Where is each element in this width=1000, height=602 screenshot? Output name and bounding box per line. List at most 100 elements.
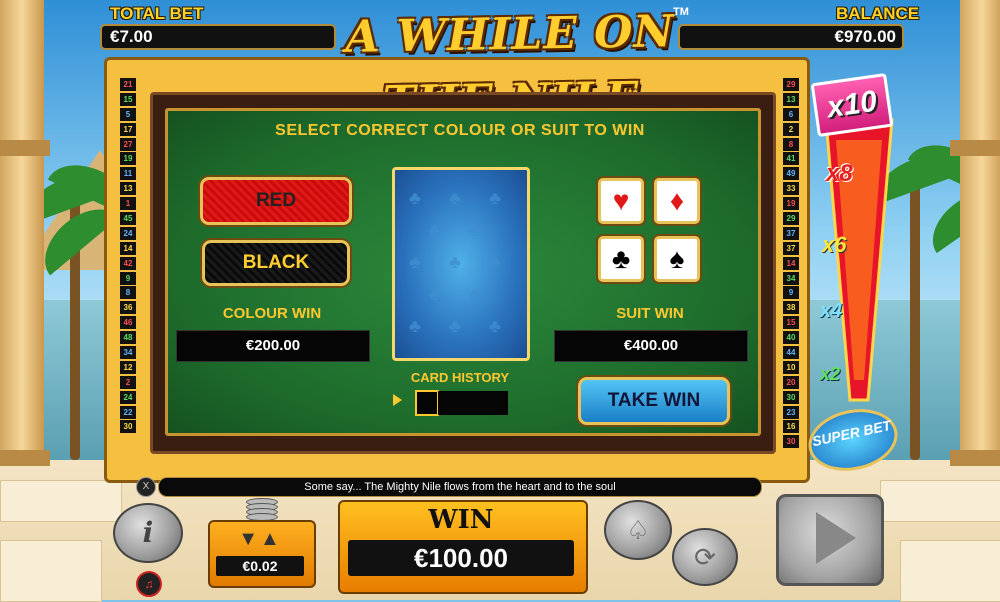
win-value: €100.00 [348,540,574,576]
payline-marker: 1 [120,197,136,211]
playing-card-back: ♣ ♣ ♣ ♣ ♣ ♣ ♣ ♣ ♣ ♣ ♣ ♣ ♣ [392,167,530,361]
diamonds-button[interactable]: ♦ [654,178,700,224]
payline-marker: 5 [120,107,136,121]
payline-marker: 29 [783,78,799,91]
total-bet-value: €7.00 [100,24,336,50]
game-logo: A WHILE ON THE NILE [344,6,676,128]
pillar-cap [0,140,50,156]
payline-marker: 16 [783,420,799,434]
payline-marker: 34 [120,346,136,360]
payline-marker: 22 [120,405,136,419]
stake-arrows-icon[interactable]: ▼▲ [230,528,290,550]
payline-marker: 17 [120,122,136,136]
clubs-icon: ♣ [611,243,631,274]
payline-marker: 45 [120,212,136,226]
info-button[interactable]: i [113,503,183,563]
payline-marker: 15 [120,92,136,106]
history-arrow-icon [393,394,402,406]
card-suits-icon: ♤ [626,515,650,545]
payline-marker: 11 [120,167,136,181]
hearts-button[interactable]: ♥ [598,178,644,224]
payline-marker: 2 [120,375,136,389]
payline-marker: 30 [783,390,799,404]
payline-marker: 46 [120,316,136,330]
payline-marker: 23 [783,405,799,419]
pillar-right [960,0,1000,460]
payline-marker: 9 [783,286,799,300]
balance-label: BALANCE [836,4,920,23]
payline-marker: 9 [120,271,136,285]
diamonds-icon: ♦ [669,185,685,216]
payline-marker: 30 [120,420,136,434]
colour-win-value: €200.00 [176,330,370,362]
payline-marker: 8 [120,286,136,300]
payline-marker: 6 [783,107,799,121]
payline-marker: 24 [120,226,136,240]
total-bet-label: TOTAL BET [110,4,204,23]
hearts-icon: ♥ [612,185,630,216]
pillar-base [950,450,1000,466]
payline-marker: 13 [783,92,799,106]
pillar-left [0,0,44,460]
multiplier-x6: x6 [822,232,847,257]
payline-marker: 19 [120,152,136,166]
multiplier-x10: x10 [810,72,894,138]
payline-marker: 44 [783,346,799,360]
payline-marker: 41 [783,152,799,166]
suit-win-label: SUIT WIN [616,305,684,322]
gamble-title: SELECT CORRECT COLOUR OR SUIT TO WIN [275,122,645,139]
stake-value: €0.02 [216,556,304,576]
spades-button[interactable]: ♠ [654,236,700,282]
payline-markers-right: 29 13 6 2 8 41 49 33 19 29 37 37 14 34 9 38 15 40 44 10 20 30… [783,78,799,450]
payline-marker: 37 [783,241,799,255]
play-arrow-icon[interactable] [816,512,856,564]
coin-stack-icon [246,498,278,521]
win-label: WIN [428,505,494,535]
card-history-slot [415,390,439,416]
autoplay-icon: ⟳ [694,542,716,572]
payline-marker: 19 [783,197,799,211]
payline-marker: 21 [120,78,136,91]
payline-marker: 24 [120,390,136,404]
pillar-cap [950,140,1000,156]
sound-toggle-icon[interactable]: ♫ [136,571,162,597]
payline-marker: 30 [783,435,799,449]
payline-marker: 8 [783,137,799,151]
multiplier-x2: x2 [820,364,841,384]
black-button[interactable]: BLACK [202,240,350,286]
payline-marker: 36 [120,301,136,315]
payline-marker: 34 [783,271,799,285]
trademark-mark: TM [673,6,689,18]
payline-marker: 49 [783,167,799,181]
payline-marker: 27 [120,137,136,151]
colour-win-label: COLOUR WIN [222,305,322,322]
clubs-button[interactable]: ♣ [598,236,644,282]
suit-win-value: €400.00 [554,330,748,362]
spades-icon: ♠ [669,243,685,274]
payline-marker: 42 [120,256,136,270]
multiplier-x8: x8 [826,160,853,187]
payline-marker: 33 [783,182,799,196]
payline-marker: 12 [120,360,136,374]
payline-marker: 15 [783,316,799,330]
payline-marker: 48 [120,331,136,345]
payline-marker: 10 [783,360,799,374]
payline-marker: 37 [783,226,799,240]
payline-marker: 40 [783,331,799,345]
payline-markers-left: 21 15 5 17 27 19 11 13 1 45 24 14 42 9 8 36 46 48 34 12 2 24 2… [120,78,136,435]
message-ticker: Some say... The Mighty Nile flows from t… [158,477,762,497]
close-icon[interactable]: X [136,477,156,497]
gamble-button[interactable]: ♤ [604,500,672,560]
balance-value: €970.00 [678,24,904,50]
autoplay-button[interactable]: ⟳ [672,528,738,586]
payline-marker: 20 [783,375,799,389]
card-history-label: CARD HISTORY [410,370,510,385]
payline-marker: 2 [783,122,799,136]
take-win-button[interactable]: TAKE WIN [578,377,730,425]
multiplier-x4: x4 [820,300,843,322]
payline-marker: 38 [783,301,799,315]
payline-marker: 14 [120,241,136,255]
payline-marker: 13 [120,182,136,196]
red-button[interactable]: RED [200,177,352,225]
payline-marker: 14 [783,256,799,270]
